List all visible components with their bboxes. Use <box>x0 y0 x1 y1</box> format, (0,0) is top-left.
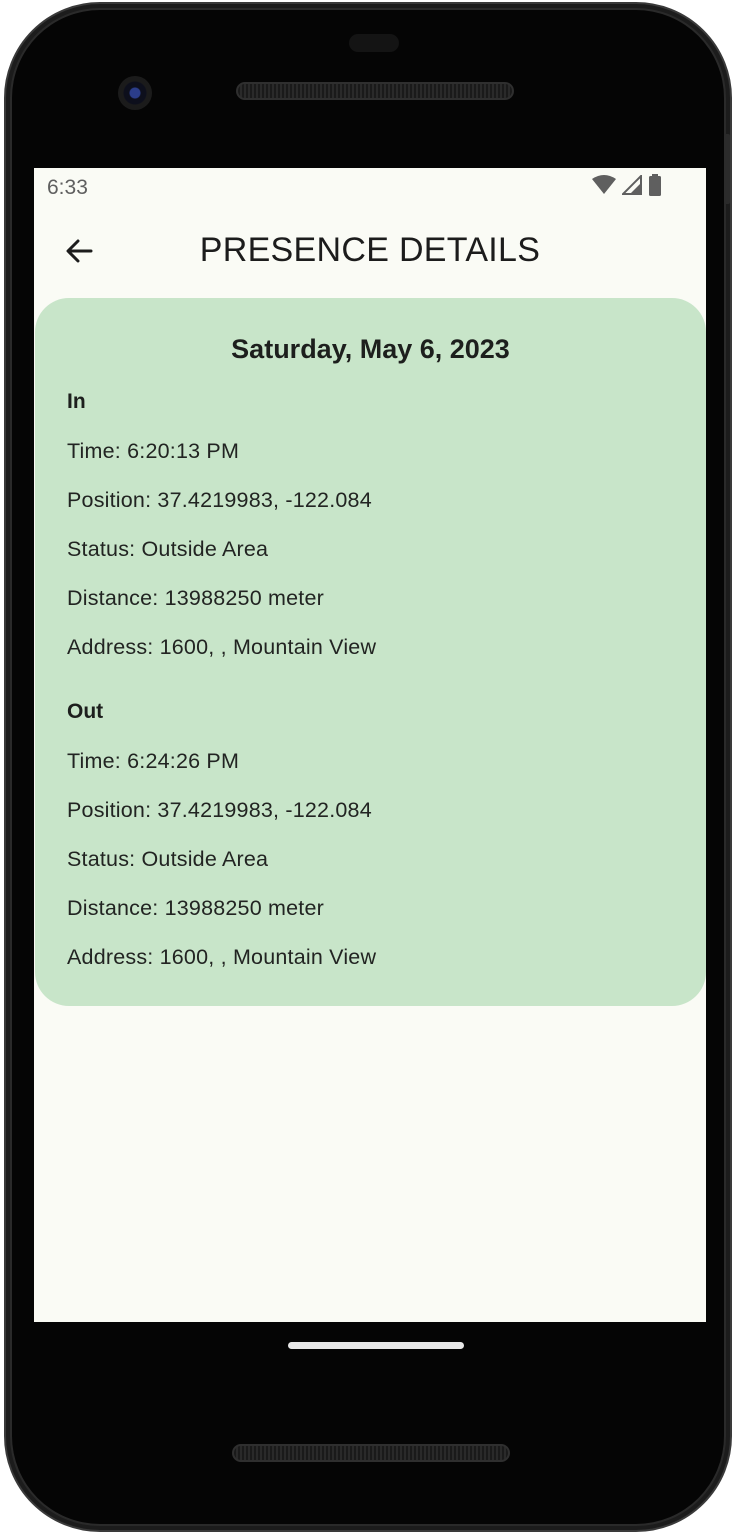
top-speaker-grille <box>236 82 514 100</box>
wifi-icon <box>592 175 616 199</box>
in-position: Position: 37.4219983, -122.084 <box>67 488 372 512</box>
section-heading-out: Out <box>67 700 104 723</box>
status-icons <box>592 173 662 200</box>
out-status: Status: Outside Area <box>67 847 269 871</box>
out-address: Address: 1600, , Mountain View <box>67 945 377 969</box>
status-bar: 6:33 <box>34 168 706 210</box>
bottom-speaker-grille <box>232 1444 510 1462</box>
out-distance: Distance: 13988250 meter <box>67 896 324 920</box>
earpiece-slot <box>349 34 399 52</box>
cellular-signal-icon <box>620 173 642 199</box>
in-distance: Distance: 13988250 meter <box>67 586 324 610</box>
out-position: Position: 37.4219983, -122.084 <box>67 798 372 822</box>
section-heading-in: In <box>67 390 86 413</box>
status-time: 6:33 <box>47 176 88 199</box>
in-time: Time: 6:20:13 PM <box>67 439 240 463</box>
app-bar: PRESENCE DETAILS <box>34 216 706 288</box>
front-camera <box>118 76 152 110</box>
volume-button <box>724 134 730 204</box>
card-date: Saturday, May 6, 2023 <box>231 334 510 364</box>
page-title: PRESENCE DETAILS <box>199 231 541 269</box>
in-status: Status: Outside Area <box>67 537 269 561</box>
home-indicator[interactable] <box>288 1342 464 1349</box>
in-address: Address: 1600, , Mountain View <box>67 635 377 659</box>
presence-card: Saturday, May 6, 2023 In Time: 6:20:13 P… <box>35 298 706 1006</box>
battery-icon <box>648 174 662 200</box>
app-screen: 6:33 PRESENCE DETAILS Saturday, May 6, 2… <box>34 168 706 1322</box>
out-time: Time: 6:24:26 PM <box>67 749 240 773</box>
